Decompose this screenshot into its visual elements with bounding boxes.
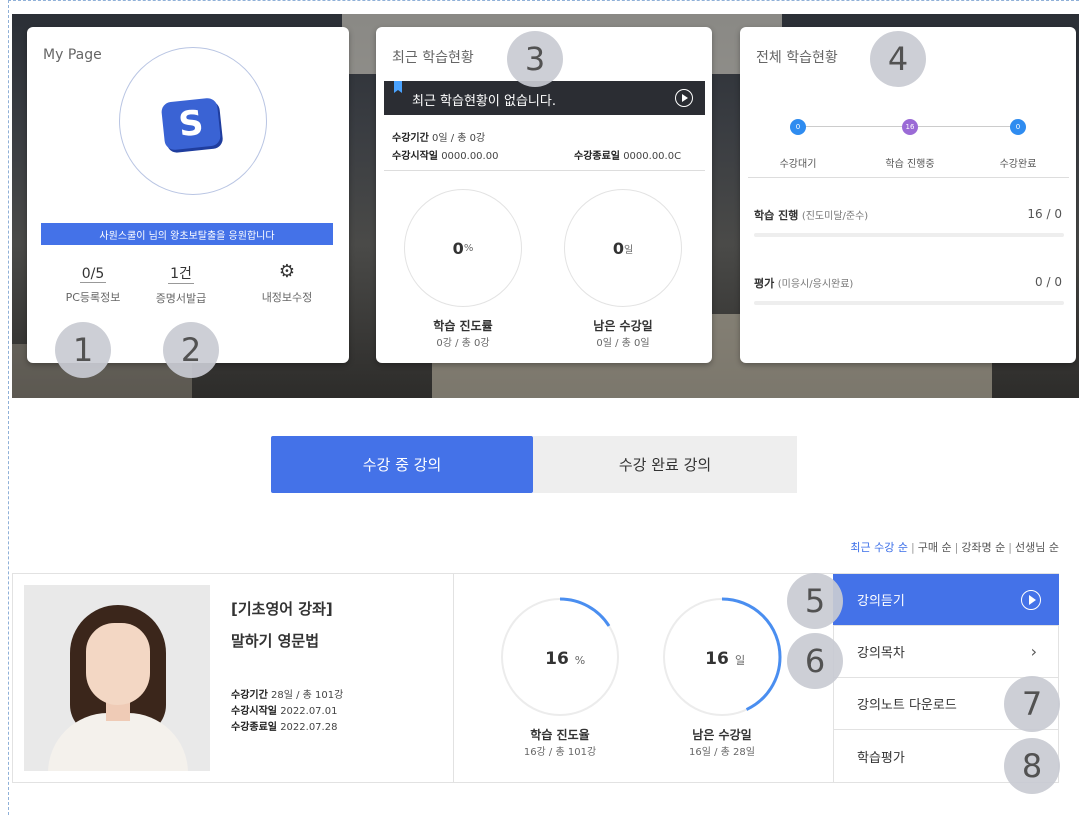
pc-registration-value: 0/5 bbox=[79, 266, 107, 283]
annotation-badge-8: 8 bbox=[1004, 738, 1060, 794]
mypage-card: My Page S 사원스쿨이 님의 왕초보탈출을 응원합니다 0/5 PC등록… bbox=[27, 27, 349, 363]
step-complete-label: 수강완료 bbox=[999, 159, 1037, 170]
evaluation-row-title: 평가 (미응시/응시완료) bbox=[754, 277, 854, 290]
play-circle-icon bbox=[1021, 590, 1041, 610]
recent-notice-bar[interactable]: 최근 학습현황이 없습니다. bbox=[384, 81, 705, 115]
play-icon[interactable] bbox=[675, 89, 693, 107]
progress-row-title: 학습 진행 (진도미달/준수) bbox=[754, 209, 869, 222]
annotation-badge-6: 6 bbox=[787, 633, 843, 689]
recent-remain-ring: 0일 bbox=[564, 189, 682, 307]
step-waiting-count: 0 bbox=[790, 119, 806, 135]
recent-divider bbox=[384, 170, 705, 171]
course-end: 수강종료일 2022.07.28 bbox=[231, 722, 338, 733]
recent-remain-value: 0 bbox=[612, 238, 624, 258]
course-progress-caption: 학습 진도율 16강 / 총 101강 bbox=[523, 728, 597, 758]
recent-title: 최근 학습현황 bbox=[392, 50, 474, 66]
annotation-badge-3: 3 bbox=[507, 31, 563, 87]
bookmark-icon bbox=[394, 81, 402, 93]
sort-sep: | bbox=[954, 541, 959, 554]
tab-completed[interactable]: 수강 완료 강의 bbox=[533, 436, 797, 493]
overall-divider bbox=[748, 177, 1069, 178]
sort-purchase[interactable]: 구매 순 bbox=[918, 541, 952, 554]
sort-options: 최근 수강 순 | 구매 순 | 강좌명 순 | 선생님 순 bbox=[850, 539, 1059, 555]
menu-play-lecture-label: 강의듣기 bbox=[857, 594, 905, 609]
menu-play-lecture[interactable]: 강의듣기 bbox=[833, 574, 1059, 626]
step-inprogress-label: 학습 진행중 bbox=[885, 159, 935, 170]
course-progress-unit: % bbox=[575, 654, 585, 667]
course-title-2: 말하기 영문법 bbox=[231, 632, 320, 650]
tab-in-progress[interactable]: 수강 중 강의 bbox=[271, 436, 533, 493]
course-divider bbox=[453, 574, 454, 782]
sort-sep: | bbox=[911, 541, 915, 554]
pc-registration-stat[interactable]: 0/5 PC등록정보 bbox=[53, 263, 133, 305]
edit-profile-stat[interactable]: ⚙ 내정보수정 bbox=[247, 263, 327, 305]
sort-sep: | bbox=[1008, 541, 1013, 554]
course-remain-ring: 16 일 bbox=[662, 597, 782, 717]
annotation-badge-5: 5 bbox=[787, 573, 843, 629]
step-waiting-label: 수강대기 bbox=[779, 159, 817, 170]
course-progress-ring: 16 % bbox=[500, 597, 620, 717]
annotation-badge-2: 2 bbox=[163, 322, 219, 378]
course-remain-value: 16 bbox=[705, 649, 729, 669]
sort-course-name[interactable]: 강좌명 순 bbox=[961, 541, 1005, 554]
certificate-stat[interactable]: 1건 증명서발급 bbox=[141, 263, 221, 306]
recent-progress-unit: % bbox=[463, 242, 474, 254]
recent-remain-caption: 남은 수강일 0일 / 총 0일 bbox=[593, 319, 653, 349]
annotation-badge-7: 7 bbox=[1004, 676, 1060, 732]
recent-remain-unit: 일 bbox=[623, 244, 634, 256]
course-start: 수강시작일 2022.07.01 bbox=[231, 706, 338, 717]
gear-icon: ⚙ bbox=[278, 261, 296, 282]
recent-progress-caption: 학습 진도률 0강 / 총 0강 bbox=[433, 319, 493, 349]
pc-registration-label: PC등록정보 bbox=[65, 291, 121, 304]
annotation-badge-1: 1 bbox=[55, 322, 111, 378]
menu-lecture-index[interactable]: 강의목차 › bbox=[833, 626, 1059, 678]
recent-notice-text: 최근 학습현황이 없습니다. bbox=[412, 94, 556, 109]
mypage-title: My Page bbox=[43, 47, 102, 63]
course-remain-unit: 일 bbox=[735, 653, 745, 667]
menu-evaluation-label: 학습평가 bbox=[857, 750, 905, 766]
recent-period: 수강기간 0일 / 총 0강 bbox=[392, 133, 486, 144]
overall-title: 전체 학습현황 bbox=[756, 50, 838, 66]
sort-recent[interactable]: 최근 수강 순 bbox=[850, 541, 908, 554]
recent-start: 수강시작일 0000.00.00 bbox=[392, 151, 499, 162]
evaluation-row-track bbox=[754, 301, 1064, 305]
recent-progress-value: 0 bbox=[452, 238, 464, 258]
course-progress-value: 16 bbox=[545, 649, 569, 669]
greeting-banner: 사원스쿨이 님의 왕초보탈출을 응원합니다 bbox=[41, 223, 333, 245]
recent-progress-ring: 0% bbox=[404, 189, 522, 307]
edit-profile-label: 내정보수정 bbox=[261, 291, 313, 304]
menu-note-download-label: 강의노트 다운로드 bbox=[857, 698, 957, 713]
step-inprogress-count: 16 bbox=[902, 119, 918, 135]
menu-lecture-index-label: 강의목차 bbox=[857, 646, 905, 661]
certificate-value: 1건 bbox=[168, 263, 194, 284]
teacher-photo bbox=[24, 585, 210, 771]
course-title-1: [기초영어 강좌] bbox=[231, 600, 333, 618]
certificate-label: 증명서발급 bbox=[155, 292, 207, 305]
evaluation-row-value: 0 / 0 bbox=[1035, 275, 1062, 289]
progress-row-value: 16 / 0 bbox=[1027, 207, 1062, 221]
course-period: 수강기간 28일 / 총 101강 bbox=[231, 690, 344, 701]
brand-logo: S bbox=[160, 97, 222, 151]
annotation-badge-4: 4 bbox=[870, 31, 926, 87]
sort-teacher[interactable]: 선생님 순 bbox=[1015, 541, 1059, 554]
recent-end: 수강종료일 0000.00.0C bbox=[574, 151, 682, 162]
chevron-right-icon: › bbox=[1030, 642, 1037, 661]
course-remain-caption: 남은 수강일 16일 / 총 28일 bbox=[689, 728, 755, 758]
progress-row-track bbox=[754, 233, 1064, 237]
step-complete-count: 0 bbox=[1010, 119, 1026, 135]
